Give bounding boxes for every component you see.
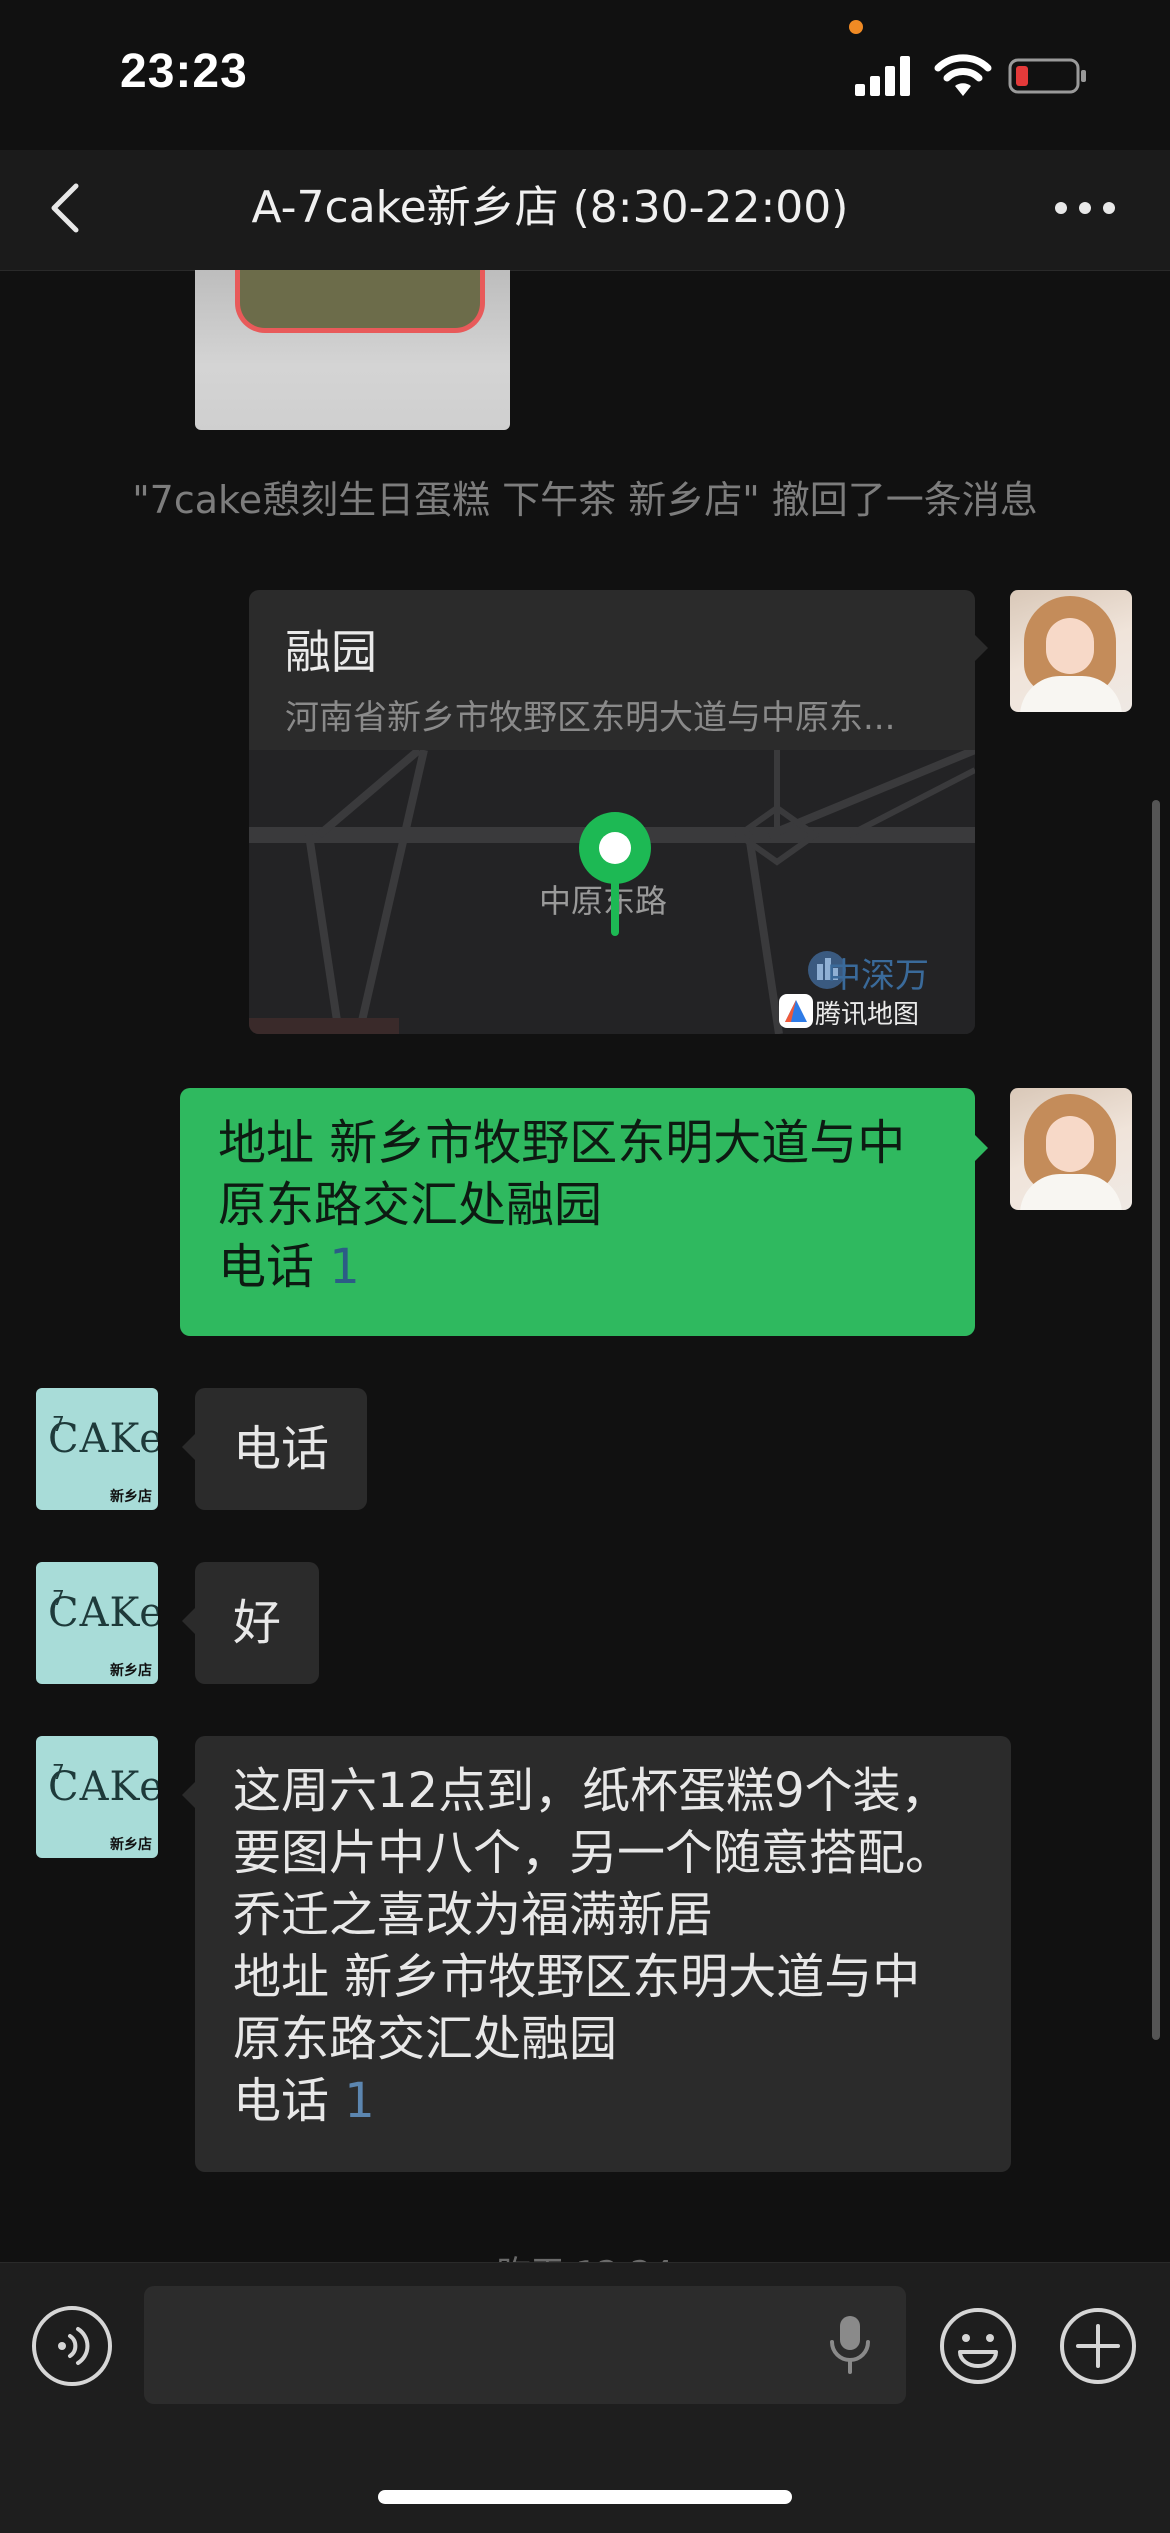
bubble-tail bbox=[182, 1607, 196, 1635]
shop-logo-text: CAKe bbox=[48, 1764, 158, 1810]
status-time: 23:23 bbox=[120, 45, 248, 98]
location-name: 融园 bbox=[285, 625, 377, 679]
map-brand-label: 腾讯地图 bbox=[815, 1000, 920, 1030]
shop-store-label: 新乡店 bbox=[110, 1837, 152, 1853]
chat-scrollbar[interactable] bbox=[1152, 800, 1160, 2040]
image-message-thumbnail[interactable] bbox=[195, 270, 510, 430]
microphone-icon[interactable] bbox=[828, 2314, 872, 2374]
cellular-signal-icon bbox=[855, 56, 910, 96]
back-chevron-icon[interactable] bbox=[46, 178, 86, 238]
battery-low-icon bbox=[1008, 58, 1086, 94]
tencent-map-logo-icon bbox=[779, 994, 813, 1028]
sent-message-address[interactable]: 地址 新乡市牧野区东明大道与中 原东路交汇处融园 电话 1 bbox=[180, 1088, 975, 1336]
phone-number-link[interactable]: 1 bbox=[329, 1239, 360, 1295]
location-map-preview: 中原东路 中深万 腾讯地图 bbox=[249, 750, 975, 1034]
received-message-phone[interactable]: 电话 bbox=[195, 1388, 368, 1510]
message-line: 原东路交汇处融园 bbox=[233, 2011, 618, 2067]
bubble-tail bbox=[182, 1433, 196, 1461]
chat-title: A-7cake新乡店 (8:30-22:00) bbox=[251, 182, 849, 233]
shop-store-label: 新乡店 bbox=[110, 1663, 152, 1679]
location-address: 河南省新乡市牧野区东明大道与中原东... bbox=[285, 698, 896, 738]
received-message-order[interactable]: 这周六12点到，纸杯蛋糕9个装， 要图片中八个，另一个随意搭配。 乔迁之喜改为福… bbox=[195, 1736, 1011, 2172]
message-line: 乔迁之喜改为福满新居 bbox=[233, 1887, 714, 1943]
shop-avatar[interactable]: 7 CAKe 新乡店 bbox=[36, 1388, 158, 1510]
voice-toggle-button[interactable] bbox=[32, 2306, 112, 2386]
phone-number-link[interactable]: 1 bbox=[344, 2073, 375, 2129]
voice-wave-icon bbox=[58, 2327, 90, 2365]
message-line: 原东路交汇处融园 bbox=[218, 1177, 603, 1233]
my-avatar[interactable] bbox=[1010, 590, 1132, 712]
home-indicator[interactable] bbox=[378, 2490, 792, 2504]
location-message-card[interactable]: 融园 河南省新乡市牧野区东明大道与中原东... 中原东路 中深万 腾讯地图 bbox=[249, 590, 975, 1034]
wifi-icon bbox=[934, 54, 992, 96]
message-line: 这周六12点到，纸杯蛋糕9个装， bbox=[233, 1763, 949, 1819]
message-line: 地址 新乡市牧野区东明大道与中 bbox=[218, 1115, 906, 1171]
shop-avatar[interactable]: 7 CAKe 新乡店 bbox=[36, 1736, 158, 1858]
message-line: 要图片中八个，另一个随意搭配。 bbox=[233, 1825, 954, 1881]
bubble-tail bbox=[974, 1134, 988, 1162]
shop-logo-text: CAKe bbox=[48, 1590, 158, 1636]
bubble-tail bbox=[182, 1781, 196, 1809]
more-options-icon[interactable] bbox=[1052, 196, 1118, 220]
bubble-tail bbox=[974, 634, 988, 662]
phone-label: 电话 bbox=[218, 1239, 330, 1295]
my-avatar[interactable] bbox=[1010, 1088, 1132, 1210]
shop-store-label: 新乡店 bbox=[110, 1489, 152, 1505]
message-line: 电话 1 bbox=[218, 1236, 937, 1298]
recall-notice: "7cake憩刻生日蛋糕 下午茶 新乡店" 撤回了一条消息 bbox=[132, 478, 1038, 522]
message-line: 地址 新乡市牧野区东明大道与中 bbox=[233, 1949, 921, 2005]
phone-label: 电话 bbox=[233, 2073, 345, 2129]
message-input[interactable] bbox=[144, 2286, 906, 2404]
privacy-indicator-dot bbox=[849, 20, 863, 34]
location-pin-icon bbox=[579, 812, 651, 936]
received-message-ok[interactable]: 好 bbox=[195, 1562, 320, 1684]
emoji-icon[interactable] bbox=[938, 2306, 1018, 2386]
shop-avatar[interactable]: 7 CAKe 新乡店 bbox=[36, 1562, 158, 1684]
plus-icon[interactable] bbox=[1058, 2306, 1138, 2386]
cake-photo bbox=[235, 270, 485, 333]
map-poi-label: 中深万 bbox=[827, 956, 929, 996]
message-line: 电话 1 bbox=[233, 2070, 973, 2132]
shop-logo-text: CAKe bbox=[48, 1416, 158, 1462]
